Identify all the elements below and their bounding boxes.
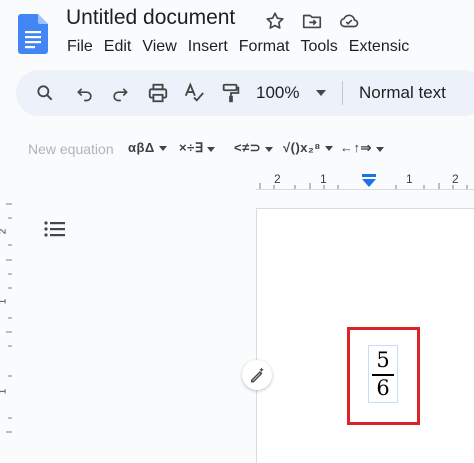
menu-extensions[interactable]: Extensic [349, 38, 409, 56]
indent-marker-icon[interactable] [360, 172, 378, 190]
ruler-label: 2 [452, 172, 459, 186]
document-title[interactable]: Untitled document [66, 6, 235, 30]
zoom-select[interactable]: 100% [256, 70, 306, 116]
ruler-label: 1 [0, 299, 8, 305]
ruler-label: 1 [0, 389, 8, 395]
fraction-numerator[interactable]: 5 [369, 348, 397, 372]
greek-letters-label: αβΔ [128, 140, 155, 155]
new-equation-button[interactable]: New equation [28, 141, 114, 157]
menu-tools[interactable]: Tools [300, 38, 337, 56]
horizontal-ruler[interactable]: 2 1 1 2 [256, 172, 474, 190]
zoom-value: 100% [256, 83, 300, 102]
chevron-down-icon [207, 146, 216, 152]
equation-fraction[interactable]: 5 6 [368, 345, 398, 403]
zoom-dropdown-button[interactable] [314, 70, 328, 116]
cloud-saved-icon[interactable] [338, 10, 360, 32]
help-me-write-button[interactable] [242, 360, 272, 390]
chevron-down-icon [375, 146, 384, 152]
misc-operations-dropdown[interactable]: ×÷∃ [179, 140, 216, 156]
magic-pen-icon [251, 367, 264, 383]
undo-icon [77, 88, 92, 102]
dropdown-caret-icon [316, 90, 326, 96]
menu-bar: File Edit View Insert Format Tools Extensic [56, 38, 409, 58]
spellcheck-button[interactable] [181, 70, 207, 116]
redo-icon [113, 88, 128, 102]
print-icon [148, 83, 168, 103]
ruler-label: 1 [320, 172, 327, 186]
ruler-label: 2 [274, 172, 281, 186]
vertical-ruler[interactable]: 2 1 1 [0, 190, 14, 462]
paint-format-icon [222, 83, 240, 103]
search-menus-button[interactable] [32, 70, 58, 116]
spellcheck-icon [184, 82, 204, 102]
docs-logo-icon[interactable] [18, 14, 48, 54]
chevron-down-icon [158, 146, 167, 151]
menu-format[interactable]: Format [239, 38, 290, 56]
relations-label: <≠⊃ [234, 140, 262, 155]
menu-insert[interactable]: Insert [188, 38, 228, 56]
menu-view[interactable]: View [142, 38, 176, 56]
paragraph-style-value: Normal text [359, 83, 446, 102]
print-button[interactable] [145, 70, 171, 116]
fraction-denominator[interactable]: 6 [369, 376, 397, 400]
ruler-label: 1 [406, 172, 413, 186]
misc-operations-label: ×÷∃ [179, 140, 204, 155]
chevron-down-icon [324, 146, 333, 151]
search-icon [37, 85, 53, 101]
undo-button[interactable] [72, 70, 98, 116]
menu-file[interactable]: File [67, 38, 93, 56]
relations-dropdown[interactable]: <≠⊃ [234, 140, 274, 156]
toolbar-divider [342, 81, 343, 105]
greek-letters-dropdown[interactable]: αβΔ [128, 140, 167, 155]
paragraph-style-select[interactable]: Normal text [359, 70, 474, 116]
math-operations-dropdown[interactable]: √()x₂⁸ [283, 140, 333, 155]
menu-edit[interactable]: Edit [104, 38, 132, 56]
move-to-folder-icon[interactable] [301, 10, 323, 32]
main-toolbar: 100% Normal text [16, 70, 474, 116]
ruler-label: 2 [0, 229, 8, 235]
paint-format-button[interactable] [218, 70, 244, 116]
arrows-label: ←↑⇒ [340, 140, 372, 155]
document-outline-icon[interactable] [44, 220, 66, 238]
chevron-down-icon [265, 146, 274, 152]
redo-button[interactable] [107, 70, 133, 116]
arrows-dropdown[interactable]: ←↑⇒ [340, 140, 384, 156]
star-icon[interactable] [264, 10, 286, 32]
math-operations-label: √()x₂⁸ [283, 140, 321, 155]
